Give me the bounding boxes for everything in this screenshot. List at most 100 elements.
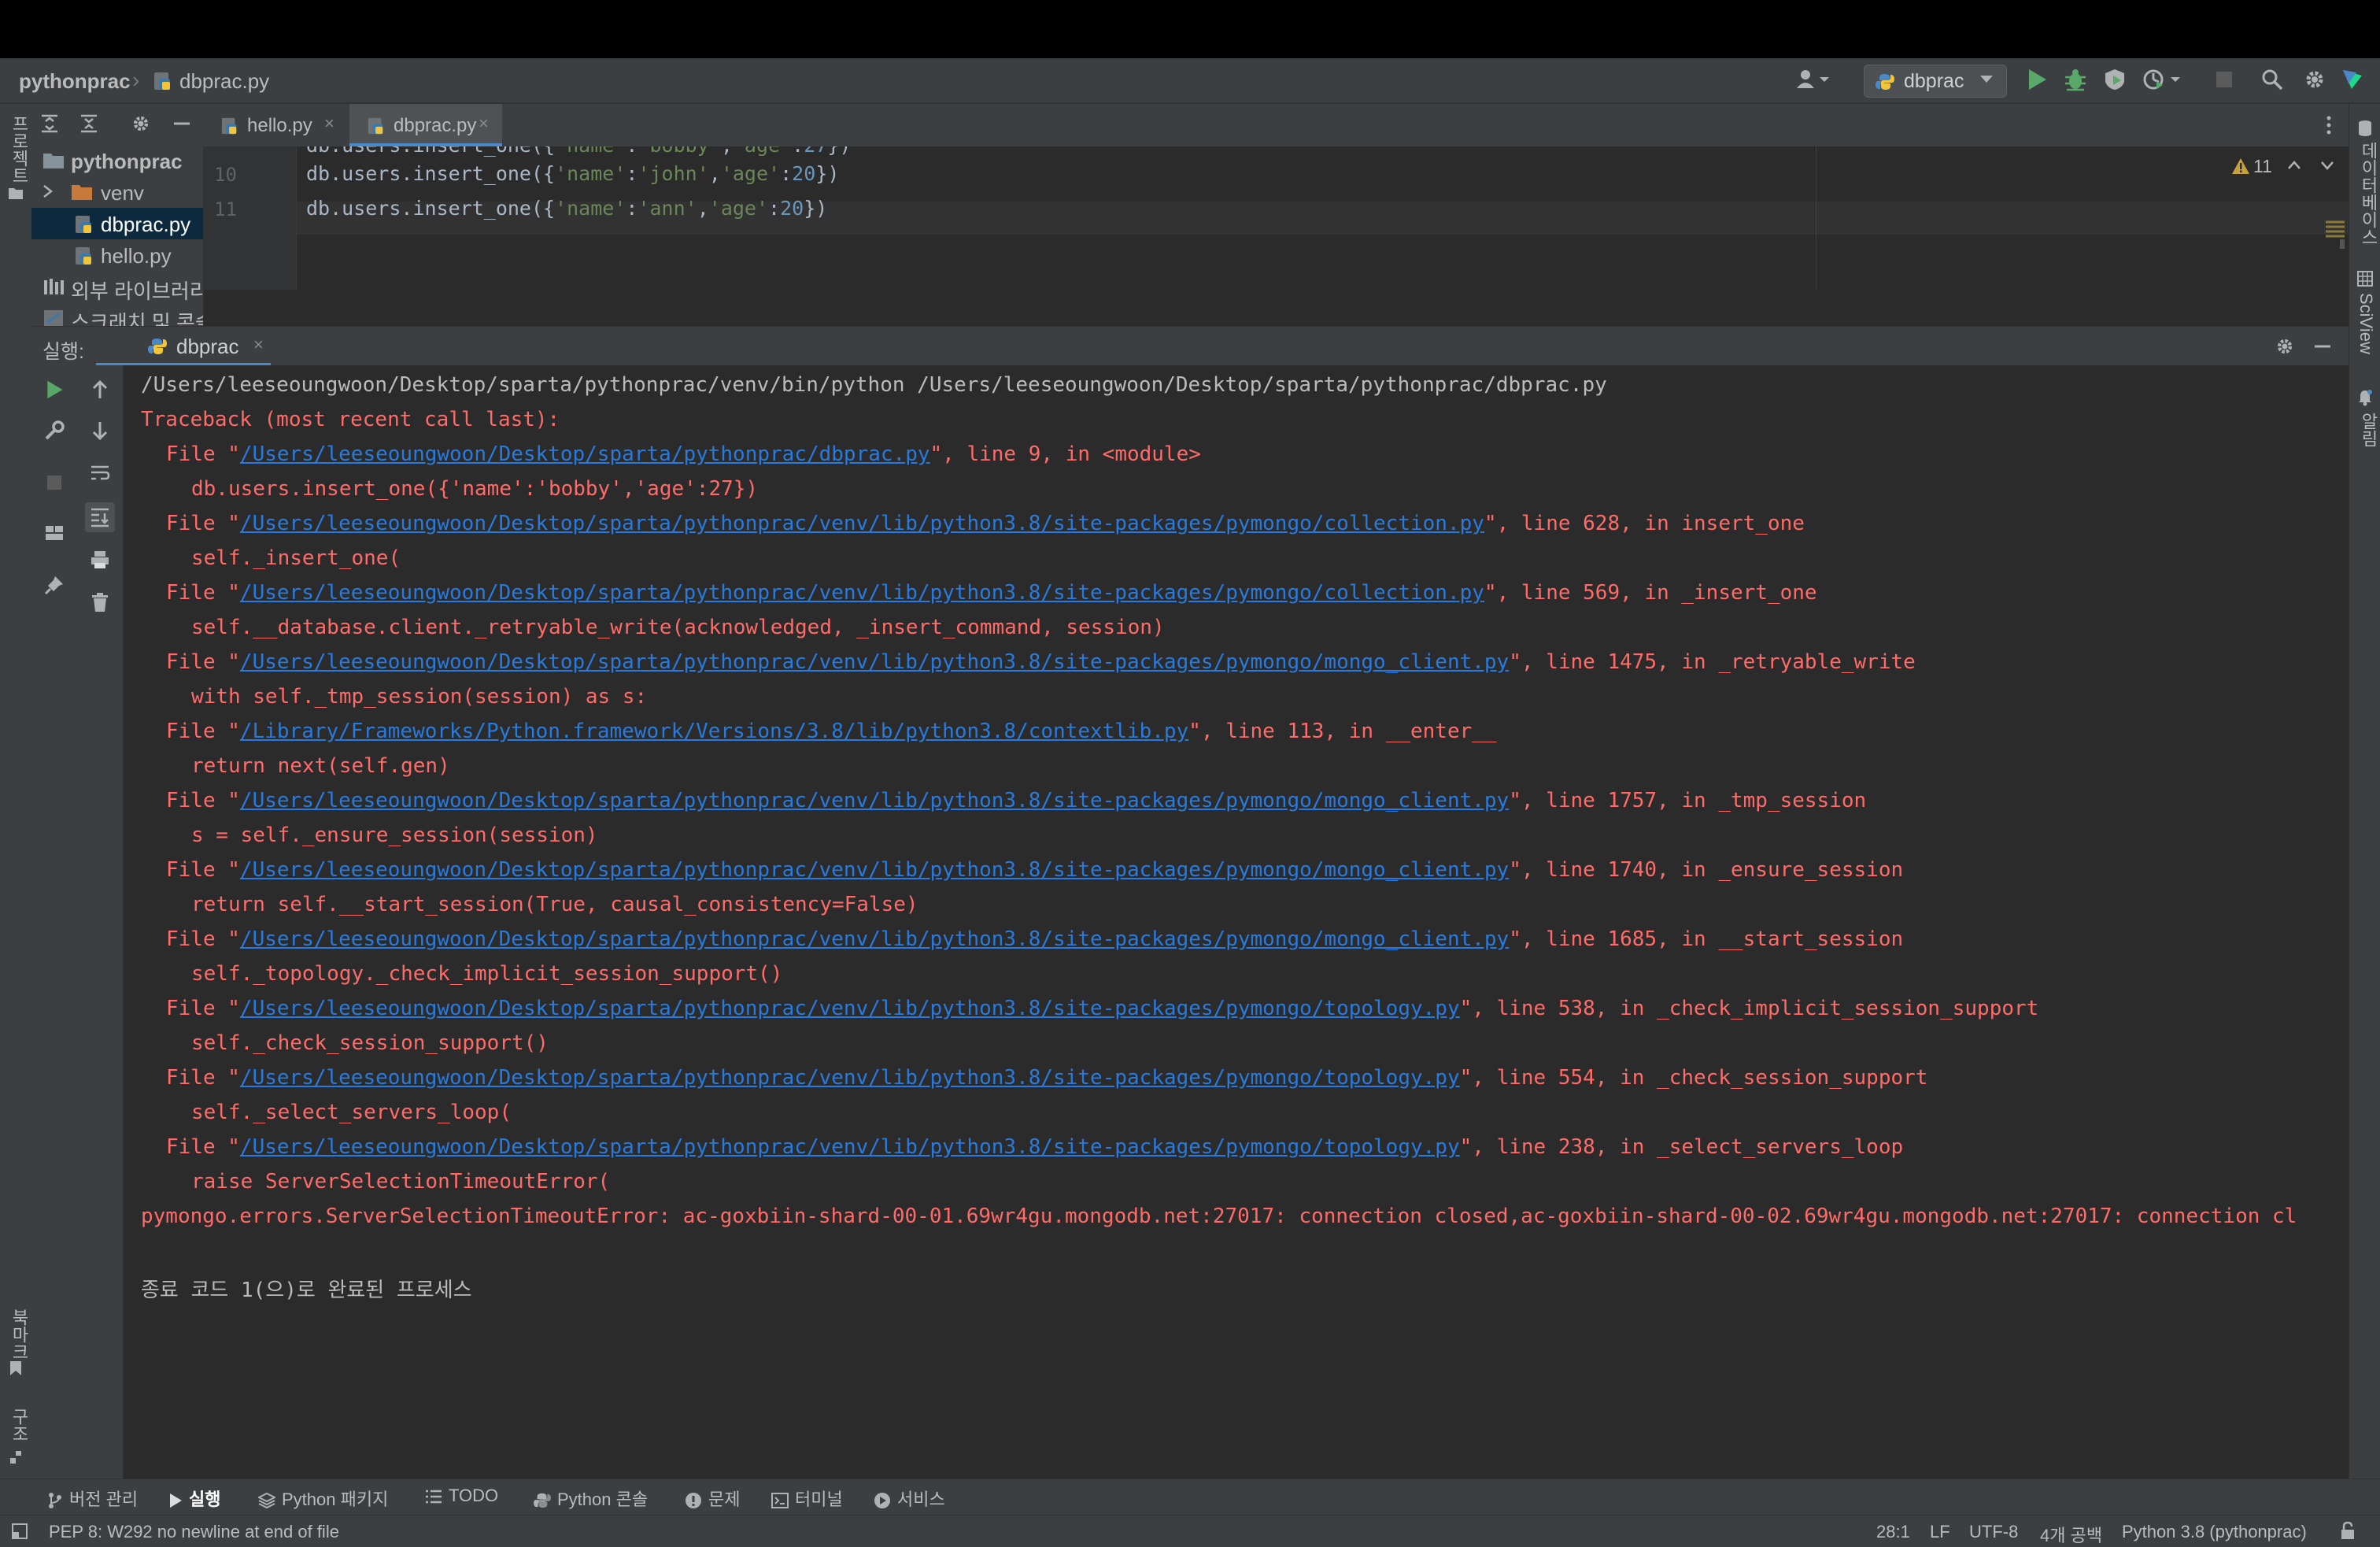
- traceback-frame: File "/Users/leeseoungwoon/Desktop/spart…: [166, 650, 1916, 674]
- arrow-down-icon[interactable]: [90, 420, 110, 441]
- bookmarks-tool-button[interactable]: 북마크: [6, 1308, 31, 1360]
- gear-icon[interactable]: [2275, 336, 2295, 357]
- tool-window-services[interactable]: 서비스: [874, 1486, 945, 1511]
- warning-icon[interactable]: [2231, 157, 2250, 175]
- tab-hello-py[interactable]: hello.py ×: [203, 104, 348, 146]
- run-panel-label: 실행:: [42, 341, 84, 363]
- console-output[interactable]: /Users/leeseoungwoon/Desktop/sparta/pyth…: [124, 365, 2349, 1479]
- stop-icon[interactable]: [44, 472, 65, 493]
- traceback-code: with self._tmp_session(session) as s:: [191, 685, 648, 709]
- tool-window-terminal[interactable]: 터미널: [771, 1486, 843, 1511]
- traceback-file-link[interactable]: /Users/leeseoungwoon/Desktop/sparta/pyth…: [240, 789, 1509, 812]
- notifications-tool-button[interactable]: 알림: [2356, 413, 2380, 447]
- breadcrumb-file[interactable]: dbprac.py: [179, 69, 269, 94]
- scroll-to-end-icon[interactable]: [85, 502, 115, 532]
- python-file-icon: [153, 71, 173, 91]
- traceback-file-link[interactable]: /Users/leeseoungwoon/Desktop/sparta/pyth…: [240, 650, 1509, 674]
- database-tool-button[interactable]: 데이터베이스: [2356, 142, 2380, 246]
- close-icon[interactable]: ×: [324, 113, 334, 134]
- sciview-tool-button[interactable]: SciView: [2356, 293, 2376, 354]
- profile-icon[interactable]: [2142, 68, 2182, 91]
- close-icon[interactable]: ×: [479, 113, 489, 134]
- tool-window-version-control[interactable]: 버전 관리: [47, 1486, 138, 1511]
- tree-item-scratches[interactable]: 스크래치 및 콘솔: [31, 302, 203, 326]
- hide-panel-icon[interactable]: [172, 113, 192, 134]
- lock-icon[interactable]: [2339, 1522, 2356, 1541]
- arrow-up-icon[interactable]: [90, 379, 110, 400]
- traceback-file-link[interactable]: /Users/leeseoungwoon/Desktop/sparta/pyth…: [240, 997, 1460, 1020]
- traceback-code: self._insert_one(: [191, 546, 401, 570]
- expand-all-icon[interactable]: [39, 113, 60, 134]
- hide-panel-icon[interactable]: [2312, 336, 2333, 357]
- tool-window-problems[interactable]: 문제: [685, 1486, 740, 1511]
- chevron-right-icon: [42, 184, 54, 198]
- tool-window-python-console[interactable]: Python 콘솔: [534, 1486, 648, 1511]
- python-icon: [534, 1493, 551, 1508]
- layout-icon[interactable]: [44, 523, 65, 543]
- python-interpreter[interactable]: Python 3.8 (pythonprac): [2122, 1522, 2307, 1542]
- line-separator[interactable]: LF: [1930, 1522, 1950, 1542]
- run-configuration-selector[interactable]: dbprac: [1864, 65, 2007, 98]
- user-icon[interactable]: [1794, 68, 1832, 91]
- indent-setting[interactable]: 4개 공백: [2040, 1522, 2102, 1547]
- toggle-tool-windows-icon[interactable]: [11, 1523, 28, 1540]
- gear-icon[interactable]: [131, 113, 151, 134]
- status-bar: PEP 8: W292 no newline at end of file 28…: [0, 1515, 2380, 1547]
- process-exit-message: 종료 코드 1(으)로 완료된 프로세스: [141, 1279, 472, 1302]
- traceback-file-link[interactable]: /Users/leeseoungwoon/Desktop/sparta/pyth…: [240, 858, 1509, 882]
- next-highlight-icon[interactable]: [2319, 157, 2335, 173]
- tree-item-external-libraries[interactable]: 외부 라이브러리: [31, 271, 204, 303]
- stop-icon[interactable]: [2213, 68, 2235, 91]
- terminal-icon: [771, 1493, 789, 1509]
- line-number: 10: [214, 164, 237, 186]
- trash-icon[interactable]: [90, 592, 110, 613]
- pin-icon[interactable]: [44, 575, 65, 595]
- jetbrains-logo-icon[interactable]: [2341, 68, 2364, 91]
- run-toolbar-primary: [31, 365, 78, 1479]
- gear-icon[interactable]: [2303, 68, 2326, 91]
- run-with-coverage-icon[interactable]: [2103, 68, 2127, 91]
- tab-dbprac-py[interactable]: dbprac.py ×: [349, 104, 502, 146]
- run-icon[interactable]: [2026, 68, 2048, 91]
- tree-item-label: hello.py: [101, 244, 172, 268]
- breadcrumb-project[interactable]: pythonprac: [19, 69, 131, 94]
- traceback-file-link[interactable]: /Users/leeseoungwoon/Desktop/sparta/pyth…: [240, 1135, 1460, 1159]
- traceback-frame: File "/Users/leeseoungwoon/Desktop/spart…: [166, 789, 1867, 812]
- structure-tool-button[interactable]: 구조: [6, 1408, 31, 1442]
- tree-item-label: 외부 라이브러리: [71, 279, 204, 303]
- project-tool-button[interactable]: 프로젝트: [6, 115, 31, 184]
- traceback-file-link[interactable]: /Users/leeseoungwoon/Desktop/sparta/pyth…: [240, 581, 1484, 605]
- debug-icon[interactable]: [2064, 68, 2087, 91]
- wrench-icon[interactable]: [44, 420, 65, 441]
- tree-item-hello[interactable]: hello.py: [31, 239, 203, 271]
- chevron-down-icon: [1979, 75, 1994, 84]
- status-message[interactable]: PEP 8: W292 no newline at end of file: [49, 1522, 339, 1542]
- traceback-frame: File "/Library/Frameworks/Python.framewo…: [166, 720, 1497, 743]
- tree-item-dbprac[interactable]: dbprac.py: [31, 208, 203, 239]
- tool-window-python-packages[interactable]: Python 패키지: [258, 1486, 388, 1511]
- tool-window-run[interactable]: 실행: [168, 1486, 220, 1511]
- traceback-file-link[interactable]: /Users/leeseoungwoon/Desktop/sparta/pyth…: [240, 442, 930, 466]
- run-panel-header: 실행: dbprac ×: [31, 326, 2349, 367]
- traceback-file-link[interactable]: /Users/leeseoungwoon/Desktop/sparta/pyth…: [240, 927, 1509, 951]
- search-icon[interactable]: [2260, 68, 2284, 91]
- previous-highlight-icon[interactable]: [2286, 157, 2302, 173]
- code-line: db.users.insert_one({'name':'bobby','age…: [306, 146, 851, 157]
- traceback-file-link[interactable]: /Library/Frameworks/Python.framework/Ver…: [240, 720, 1188, 743]
- tree-root[interactable]: pythonprac: [31, 145, 203, 176]
- tree-item-venv[interactable]: venv: [31, 176, 203, 208]
- traceback-frame: File "/Users/leeseoungwoon/Desktop/spart…: [166, 1066, 1928, 1090]
- close-icon[interactable]: ×: [253, 335, 264, 355]
- file-encoding[interactable]: UTF-8: [1969, 1522, 2018, 1542]
- tool-window-todo[interactable]: TODO: [425, 1486, 498, 1506]
- code-editor[interactable]: db.users.insert_one({'name':'bobby','age…: [297, 146, 2349, 290]
- rerun-icon[interactable]: [44, 379, 65, 400]
- traceback-file-link[interactable]: /Users/leeseoungwoon/Desktop/sparta/pyth…: [240, 512, 1484, 535]
- traceback-file-link[interactable]: /Users/leeseoungwoon/Desktop/sparta/pyth…: [240, 1066, 1460, 1090]
- print-icon[interactable]: [90, 550, 110, 570]
- collapse-all-icon[interactable]: [79, 113, 99, 134]
- more-options-icon[interactable]: [2325, 115, 2333, 135]
- soft-wrap-icon[interactable]: [90, 463, 110, 483]
- run-tab-dbprac[interactable]: dbprac ×: [96, 327, 271, 366]
- caret-position[interactable]: 28:1: [1876, 1522, 1910, 1542]
